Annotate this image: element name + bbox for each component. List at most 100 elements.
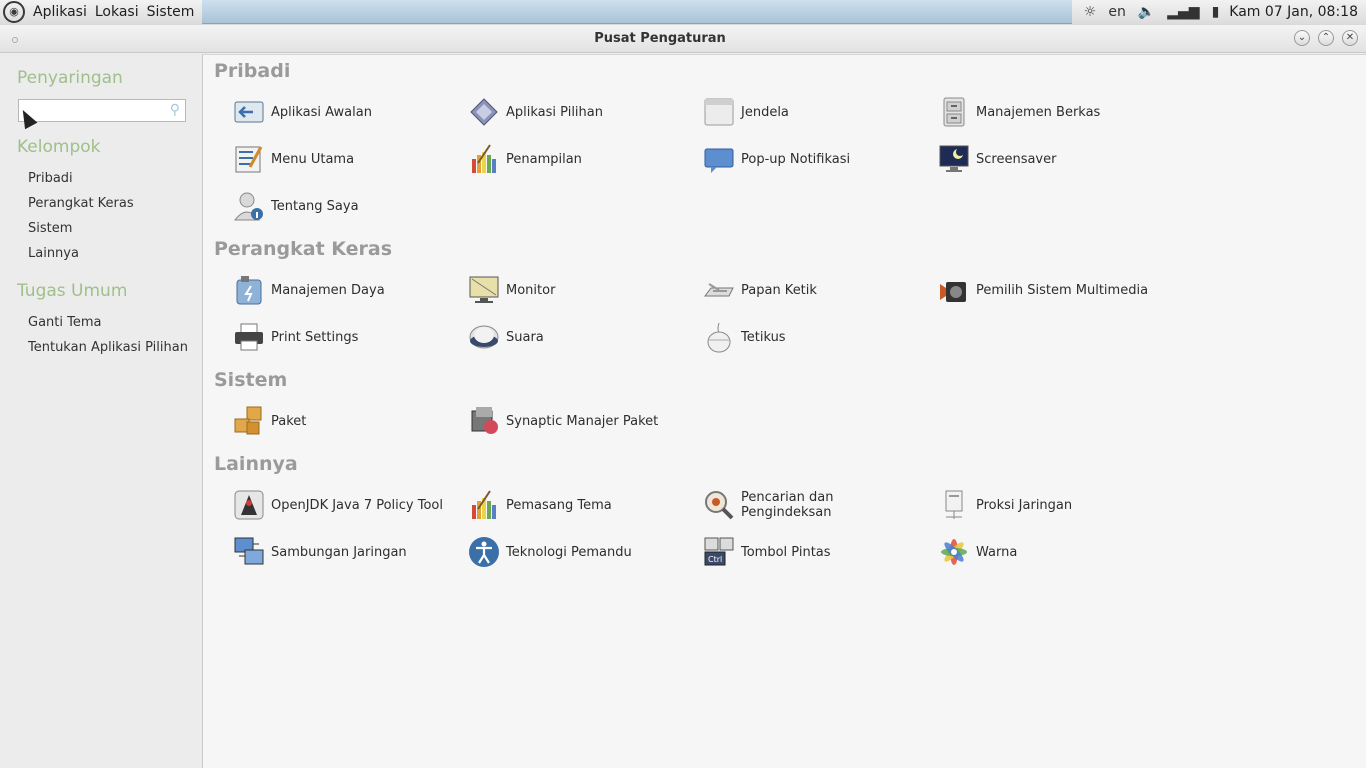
task-link-ganti-tema[interactable]: Ganti Tema [28,315,101,330]
item-tentang-saya[interactable]: Tentang Saya [233,188,359,224]
close-button[interactable]: ✕ [1342,30,1358,46]
battery-icon[interactable]: ▮ [1212,4,1220,20]
item-label: Monitor [506,282,556,298]
item-pencarian-pengindeksan[interactable]: Pencarian dan Pengindeksan [703,487,851,523]
item-label: Manajemen Berkas [976,104,1101,120]
titlebar[interactable]: Pusat Pengaturan ⌄ ⌃ ✕ [0,25,1366,53]
item-pemilih-sistem-multimedia[interactable]: Pemilih Sistem Multimedia [938,272,1148,308]
item-penampilan[interactable]: Penampilan [468,141,582,177]
search-input[interactable]: ⚲ [18,99,186,122]
section-title-perangkat-keras: Perangkat Keras [214,238,393,260]
section-title-pribadi: Pribadi [214,60,291,82]
volume-icon[interactable]: 🔈 [1138,4,1155,20]
item-warna[interactable]: Warna [938,534,1017,570]
item-label: Pemilih Sistem Multimedia [976,282,1149,298]
theme-installer-icon [468,489,500,521]
item-aplikasi-awalan[interactable]: Aplikasi Awalan [233,94,372,130]
item-label: Suara [506,329,544,345]
window-icon [703,96,735,128]
item-popup-notifikasi[interactable]: Pop-up Notifikasi [703,141,850,177]
svg-text:Ctrl: Ctrl [708,555,722,564]
groups-heading: Kelompok [17,137,101,157]
item-label: Tentang Saya [271,198,359,214]
item-tetikus[interactable]: Tetikus [703,319,786,355]
item-jendela[interactable]: Jendela [703,94,789,130]
notification-icon [703,143,735,175]
item-tombol-pintas[interactable]: Ctrl Tombol Pintas [703,534,831,570]
item-label: Tombol Pintas [741,544,831,560]
item-aplikasi-pilihan[interactable]: Aplikasi Pilihan [468,94,603,130]
about-me-icon [233,190,265,222]
item-suara[interactable]: Suara [468,319,544,355]
item-label: OpenJDK Java 7 Policy Tool [271,497,443,513]
item-papan-ketik[interactable]: Papan Ketik [703,272,817,308]
screensaver-icon [938,143,970,175]
multimedia-icon [938,274,970,306]
top-panel: ◉ Aplikasi Lokasi Sistem ☼ en 🔈 ▂▄▆ ▮ Ka… [0,0,1366,24]
item-label: Pop-up Notifikasi [741,151,851,167]
item-pemasang-tema[interactable]: Pemasang Tema [468,487,612,523]
menu-aplikasi[interactable]: Aplikasi [29,4,91,20]
group-link-sistem[interactable]: Sistem [28,221,72,236]
file-cabinet-icon [938,96,970,128]
item-openjdk-policy-tool[interactable]: OpenJDK Java 7 Policy Tool [233,487,443,523]
main-menu-icon [233,143,265,175]
package-icon [233,405,265,437]
item-menu-utama[interactable]: Menu Utama [233,141,354,177]
startup-apps-icon [233,96,265,128]
item-label: Menu Utama [271,151,355,167]
synaptic-icon [468,405,500,437]
item-label: Tetikus [741,329,786,345]
item-label: Aplikasi Awalan [271,104,372,120]
panel-menus: ◉ Aplikasi Lokasi Sistem [0,0,203,24]
preferred-apps-icon [468,96,500,128]
section-title-sistem: Sistem [214,369,288,391]
color-icon [938,536,970,568]
item-monitor[interactable]: Monitor [468,272,555,308]
item-label: Warna [976,544,1018,560]
mint-logo-icon[interactable]: ◉ [3,0,25,23]
menu-sistem[interactable]: Sistem [143,4,199,20]
item-screensaver[interactable]: Screensaver [938,141,1056,177]
keyboard-icon [703,274,735,306]
keyboard-layout-indicator[interactable]: en [1108,4,1126,20]
item-label: Paket [271,413,307,429]
appearance-icon [468,143,500,175]
item-teknologi-pemandu[interactable]: Teknologi Pemandu [468,534,632,570]
main-content: Pribadi Aplikasi Awalan Aplikasi Pilihan… [202,54,1366,768]
group-link-lainnya[interactable]: Lainnya [28,246,79,261]
menu-lokasi[interactable]: Lokasi [91,4,143,20]
item-proksi-jaringan[interactable]: Proksi Jaringan [938,487,1072,523]
group-link-pribadi[interactable]: Pribadi [28,171,73,186]
item-print-settings[interactable]: Print Settings [233,319,358,355]
minimize-button[interactable]: ⌄ [1294,30,1310,46]
section-title-lainnya: Lainnya [214,453,298,475]
power-icon [233,274,265,306]
network-signal-icon[interactable]: ▂▄▆ [1167,4,1199,20]
task-link-aplikasi-pilihan[interactable]: Tentukan Aplikasi Pilihan [28,340,188,355]
item-label: Manajemen Daya [271,282,385,298]
item-paket[interactable]: Paket [233,403,306,439]
item-label: Synaptic Manajer Paket [506,413,659,429]
item-synaptic[interactable]: Synaptic Manajer Paket [468,403,658,439]
shortcuts-icon: Ctrl [703,536,735,568]
search-index-icon [703,489,735,521]
item-label: Pemasang Tema [506,497,612,513]
clock[interactable]: Kam 07 Jan, 08:18 [1229,4,1358,20]
system-tray: ☼ en 🔈 ▂▄▆ ▮ Kam 07 Jan, 08:18 [1071,0,1366,24]
item-label: Pencarian dan Pengindeksan [741,490,834,520]
item-label: Print Settings [271,329,359,345]
item-label: Screensaver [976,151,1057,167]
filter-heading: Penyaringan [17,68,123,88]
item-sambungan-jaringan[interactable]: Sambungan Jaringan [233,534,407,570]
item-label: Papan Ketik [741,282,817,298]
sound-icon [468,321,500,353]
item-manajemen-berkas[interactable]: Manajemen Berkas [938,94,1100,130]
group-link-perangkat-keras[interactable]: Perangkat Keras [28,196,134,211]
item-label: Penampilan [506,151,582,167]
maximize-button[interactable]: ⌃ [1318,30,1334,46]
brightness-icon[interactable]: ☼ [1084,4,1097,20]
item-manajemen-daya[interactable]: Manajemen Daya [233,272,385,308]
control-center-window: Pusat Pengaturan ⌄ ⌃ ✕ Penyaringan ⚲ Kel… [0,25,1366,768]
mouse-icon [703,321,735,353]
